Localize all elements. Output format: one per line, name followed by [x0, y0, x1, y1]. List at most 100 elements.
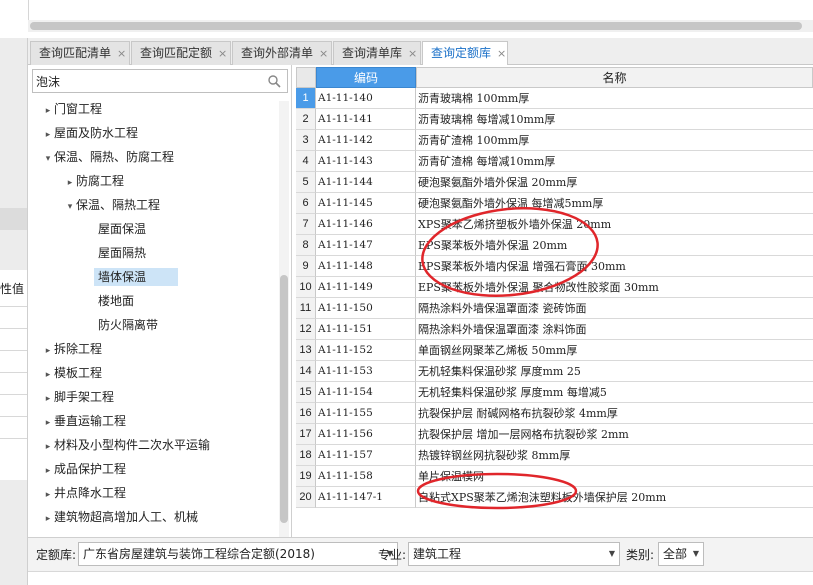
chevron-down-icon[interactable]: ▼: [693, 543, 699, 565]
row-number[interactable]: 11: [296, 298, 316, 319]
collapsed-arrow-icon[interactable]: ▸: [42, 124, 54, 146]
cell-code[interactable]: A1-11-142: [316, 130, 416, 151]
tree-item[interactable]: ▸ 屋面及防水工程: [42, 122, 292, 144]
table-row[interactable]: 10 A1-11-149 EPS聚苯板外墙外保温 聚合物改性胶浆面 30mm: [296, 277, 813, 298]
table-row[interactable]: 20 A1-11-147-1 自粘式XPS聚苯乙烯泡沫塑料板外墙保护层 20mm: [296, 487, 813, 508]
major-select[interactable]: 建筑工程 ▼: [408, 542, 620, 566]
column-header-code[interactable]: 编码: [316, 67, 416, 88]
collapsed-arrow-icon[interactable]: ▸: [42, 388, 54, 410]
collapsed-arrow-icon[interactable]: ▸: [42, 508, 54, 530]
tree-item[interactable]: ▸ 材料及小型构件二次水平运输: [42, 434, 292, 456]
table-row[interactable]: 7 A1-11-146 XPS聚苯乙烯挤塑板外墙外保温 20mm: [296, 214, 813, 235]
tree-item[interactable]: ▾ 保温、隔热、防腐工程: [42, 146, 292, 168]
row-number[interactable]: 2: [296, 109, 316, 130]
cell-code[interactable]: A1-11-157: [316, 445, 416, 466]
row-number[interactable]: 19: [296, 466, 316, 487]
cell-name[interactable]: 沥青矿渣棉 100mm厚: [416, 130, 813, 151]
expanded-arrow-icon[interactable]: ▾: [64, 196, 76, 218]
tree-item[interactable]: ▸ 模板工程: [42, 362, 292, 384]
expanded-arrow-icon[interactable]: ▾: [42, 148, 54, 170]
collapsed-arrow-icon[interactable]: ▸: [42, 412, 54, 434]
table-row[interactable]: 9 A1-11-148 EPS聚苯板外墙内保温 增强石膏面 30mm: [296, 256, 813, 277]
table-row[interactable]: 14 A1-11-153 无机轻集料保温砂浆 厚度mm 25: [296, 361, 813, 382]
cell-code[interactable]: A1-11-147-1: [316, 487, 416, 508]
tab-query-match-list[interactable]: 查询匹配清单 ×: [30, 41, 130, 65]
tree-item[interactable]: ▸ 脚手架工程: [42, 386, 292, 408]
cell-name[interactable]: EPS聚苯板外墙外保温 20mm: [416, 235, 813, 256]
cell-code[interactable]: A1-11-148: [316, 256, 416, 277]
cell-name[interactable]: 无机轻集料保温砂浆 厚度mm 每增减5: [416, 382, 813, 403]
cell-name[interactable]: 抗裂保护层 增加一层网格布抗裂砂浆 2mm: [416, 424, 813, 445]
cell-code[interactable]: A1-11-156: [316, 424, 416, 445]
row-number[interactable]: 15: [296, 382, 316, 403]
row-number[interactable]: 3: [296, 130, 316, 151]
table-row[interactable]: 4 A1-11-143 沥青矿渣棉 每增减10mm厚: [296, 151, 813, 172]
tree-item[interactable]: ▸ 拆除工程: [42, 338, 292, 360]
collapsed-arrow-icon[interactable]: ▸: [42, 484, 54, 506]
column-header-name[interactable]: 名称: [416, 67, 813, 88]
cell-code[interactable]: A1-11-155: [316, 403, 416, 424]
cell-name[interactable]: 沥青玻璃棉 每增减10mm厚: [416, 109, 813, 130]
row-number[interactable]: 1: [296, 88, 316, 109]
row-number[interactable]: 8: [296, 235, 316, 256]
horizontal-scrollbar-thumb[interactable]: [30, 22, 802, 30]
collapsed-arrow-icon[interactable]: ▸: [42, 340, 54, 362]
cell-name[interactable]: XPS聚苯乙烯挤塑板外墙外保温 20mm: [416, 214, 813, 235]
table-row[interactable]: 6 A1-11-145 硬泡聚氨酯外墙外保温 每增减5mm厚: [296, 193, 813, 214]
row-number[interactable]: 4: [296, 151, 316, 172]
cell-code[interactable]: A1-11-141: [316, 109, 416, 130]
cell-name[interactable]: 沥青玻璃棉 100mm厚: [416, 88, 813, 109]
table-row[interactable]: 15 A1-11-154 无机轻集料保温砂浆 厚度mm 每增减5: [296, 382, 813, 403]
cell-code[interactable]: A1-11-153: [316, 361, 416, 382]
tree-item[interactable]: ▸ 防腐工程: [64, 170, 314, 192]
cell-name[interactable]: EPS聚苯板外墙外保温 聚合物改性胶浆面 30mm: [416, 277, 813, 298]
row-number[interactable]: 14: [296, 361, 316, 382]
collapsed-arrow-icon[interactable]: ▸: [64, 172, 76, 194]
tree-item[interactable]: ▸ 垂直运输工程: [42, 410, 292, 432]
table-row[interactable]: 13 A1-11-152 单面钢丝网聚苯乙烯板 50mm厚: [296, 340, 813, 361]
chevron-down-icon[interactable]: ▼: [609, 543, 615, 565]
table-row[interactable]: 11 A1-11-150 隔热涂料外墙保温罩面漆 瓷砖饰面: [296, 298, 813, 319]
row-number[interactable]: 20: [296, 487, 316, 508]
search-box[interactable]: [32, 69, 288, 93]
cell-code[interactable]: A1-11-140: [316, 88, 416, 109]
cell-code[interactable]: A1-11-154: [316, 382, 416, 403]
row-number[interactable]: 18: [296, 445, 316, 466]
table-row[interactable]: 3 A1-11-142 沥青矿渣棉 100mm厚: [296, 130, 813, 151]
tab-query-external-list[interactable]: 查询外部清单 ×: [232, 41, 332, 65]
row-number[interactable]: 7: [296, 214, 316, 235]
collapsed-arrow-icon[interactable]: ▸: [42, 364, 54, 386]
table-row[interactable]: 12 A1-11-151 隔热涂料外墙保温罩面漆 涂料饰面: [296, 319, 813, 340]
table-row[interactable]: 1 A1-11-140 沥青玻璃棉 100mm厚: [296, 88, 813, 109]
row-number[interactable]: 5: [296, 172, 316, 193]
table-row[interactable]: 5 A1-11-144 硬泡聚氨酯外墙外保温 20mm厚: [296, 172, 813, 193]
cell-name[interactable]: 沥青矿渣棉 每增减10mm厚: [416, 151, 813, 172]
horizontal-scrollbar[interactable]: [28, 20, 813, 32]
cell-code[interactable]: A1-11-143: [316, 151, 416, 172]
cell-name[interactable]: 硬泡聚氨酯外墙外保温 每增减5mm厚: [416, 193, 813, 214]
collapsed-arrow-icon[interactable]: ▸: [42, 436, 54, 458]
cell-name[interactable]: 自粘式XPS聚苯乙烯泡沫塑料板外墙保护层 20mm: [416, 487, 813, 508]
cell-code[interactable]: A1-11-158: [316, 466, 416, 487]
cell-name[interactable]: 抗裂保护层 耐碱网格布抗裂砂浆 4mm厚: [416, 403, 813, 424]
category-select[interactable]: 全部 ▼: [658, 542, 704, 566]
table-row[interactable]: 17 A1-11-156 抗裂保护层 增加一层网格布抗裂砂浆 2mm: [296, 424, 813, 445]
table-row[interactable]: 8 A1-11-147 EPS聚苯板外墙外保温 20mm: [296, 235, 813, 256]
cell-name[interactable]: 隔热涂料外墙保温罩面漆 瓷砖饰面: [416, 298, 813, 319]
tab-query-quota-library[interactable]: 查询定额库 ×: [422, 41, 508, 66]
close-icon[interactable]: ×: [497, 47, 506, 60]
row-number[interactable]: 9: [296, 256, 316, 277]
tree-item[interactable]: ▾ 保温、隔热工程: [64, 194, 314, 216]
row-number[interactable]: 10: [296, 277, 316, 298]
tree-item[interactable]: ▸ 门窗工程: [42, 98, 292, 120]
cell-code[interactable]: A1-11-152: [316, 340, 416, 361]
cell-code[interactable]: A1-11-144: [316, 172, 416, 193]
cell-code[interactable]: A1-11-150: [316, 298, 416, 319]
close-icon[interactable]: ×: [218, 47, 227, 60]
tab-query-list-library[interactable]: 查询清单库 ×: [333, 41, 421, 65]
tree-item[interactable]: ▸ 井点降水工程: [42, 482, 292, 504]
row-number[interactable]: 13: [296, 340, 316, 361]
close-icon[interactable]: ×: [319, 47, 328, 60]
close-icon[interactable]: ×: [408, 47, 417, 60]
cell-code[interactable]: A1-11-149: [316, 277, 416, 298]
